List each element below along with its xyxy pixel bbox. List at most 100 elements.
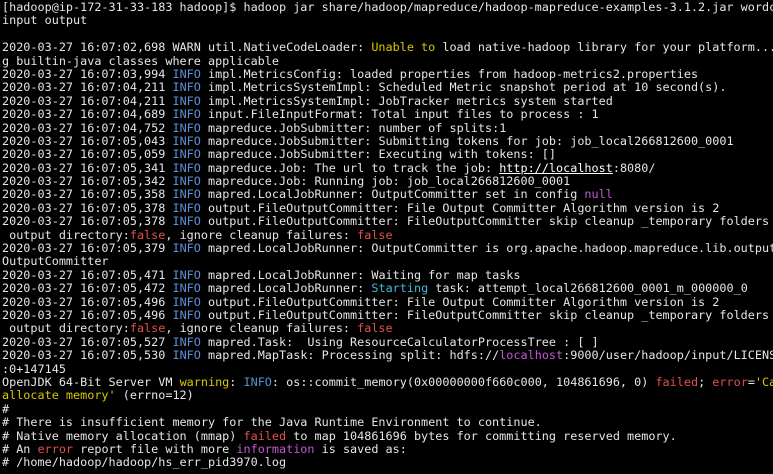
terminal-line: :0+147145 [2, 362, 773, 376]
terminal-text: , ignore cleanup failures: [165, 227, 358, 242]
terminal-text: warning [179, 374, 230, 389]
terminal-text: 2020-03-27 16:07:05,341 [2, 160, 173, 175]
terminal-output[interactable]: [hadoop@ip-172-31-33-183 hadoop]$ hadoop… [0, 0, 773, 474]
terminal-text: 2020-03-27 16:07:05,527 [2, 334, 173, 349]
terminal-text: mapreduce.JobSubmitter: Executing with t… [200, 147, 557, 162]
terminal-text: INFO [172, 334, 201, 349]
terminal-text: 2020-03-27 16:07:05,471 [2, 267, 173, 282]
terminal-text: , ignore cleanup failures: [165, 321, 358, 336]
terminal-text: output directory: [2, 227, 130, 242]
terminal-line: # /home/hadoop/hadoop/hs_err_pid3970.log [2, 456, 773, 469]
terminal-text: mapreduce.Job: Running job: job_local266… [200, 174, 571, 189]
terminal-text: 2020-03-27 16:07:05,496 [2, 307, 173, 322]
terminal-text: error [37, 441, 74, 456]
terminal-line: 2020-03-27 16:07:05,379 INFO mapred.Loca… [2, 241, 773, 256]
terminal-text: INFO [172, 120, 201, 135]
terminal-line: 2020-03-27 16:07:02,698 WARN util.Native… [2, 40, 773, 55]
terminal-text: input.FileInputFormat: Total input files… [200, 107, 599, 122]
terminal-text: failed [243, 428, 287, 443]
terminal-line: 2020-03-27 16:07:05,472 INFO mapred.Loca… [2, 282, 773, 295]
terminal-line: 2020-03-27 16:07:05,496 INFO output.File… [2, 294, 773, 309]
terminal-line: 2020-03-27 16:07:04,211 INFO impl.Metric… [2, 93, 773, 108]
terminal-text: INFO [172, 348, 201, 363]
terminal-text: # There is insufficient memory for the J… [2, 415, 542, 430]
terminal-text: 2020-03-27 16:07:04,752 [2, 120, 173, 135]
terminal-text: : os::commit_memory(0x00000000f660c000, … [271, 374, 656, 389]
terminal-text: task: attempt_local266812600_0001_m_0000… [428, 281, 748, 296]
terminal-line: 2020-03-27 16:07:05,342 INFO mapreduce.J… [2, 174, 773, 189]
terminal-text: 2020-03-27 16:07:05,059 [2, 147, 173, 162]
terminal-line: OutputCommitter [2, 255, 773, 268]
terminal-line: 2020-03-27 16:07:05,527 INFO mapred.Task… [2, 334, 773, 349]
terminal-text: mapred.LocalJobRunner: [200, 281, 372, 296]
terminal-line: allocate memory' (errno=12) [2, 389, 773, 402]
terminal-text: 2020-03-27 16:07:04,211 [2, 93, 173, 108]
terminal-text: INFO [172, 107, 201, 122]
terminal-line: 2020-03-27 16:07:05,471 INFO mapred.Loca… [2, 267, 773, 282]
terminal-text: :9000/user/hadoop/input/LICENSE.txt [563, 348, 773, 363]
terminal-line: 2020-03-27 16:07:05,341 INFO mapreduce.J… [2, 160, 773, 175]
terminal-text: ; [698, 374, 713, 389]
terminal-text: 2020-03-27 16:07:05,043 [2, 133, 173, 148]
terminal-line: 2020-03-27 16:07:04,689 INFO input.FileI… [2, 107, 773, 122]
terminal-text: input output [2, 13, 88, 28]
terminal-text: false [129, 227, 166, 242]
terminal-text: INFO [172, 294, 201, 309]
terminal-text: output.FileOutputCommitter: File Output … [200, 200, 720, 215]
terminal-text: INFO [172, 241, 201, 256]
terminal-text: Starting [371, 281, 429, 296]
terminal-text: to map 104861696 bytes for committing re… [286, 428, 677, 443]
terminal-text: INFO [243, 374, 272, 389]
terminal-text: mapred.Task: Using ResourceCalculatorPro… [200, 334, 599, 349]
terminal-link[interactable]: http://localhost [499, 161, 613, 175]
terminal-text: INFO [172, 281, 201, 296]
terminal-text: localhost [499, 348, 564, 363]
terminal-text: INFO [172, 147, 201, 162]
terminal-text: mapred.LocalJobRunner: OutputCommitter s… [200, 187, 585, 202]
terminal-line: output directory:false, ignore cleanup f… [2, 227, 773, 242]
terminal-text: mapred.LocalJobRunner: OutputCommitter i… [200, 241, 773, 256]
terminal-text: output.FileOutputCommitter: FileOutputCo… [200, 307, 773, 322]
terminal-text: 2020-03-27 16:07:05,472 [2, 281, 173, 296]
terminal-text: OutputCommitter [2, 254, 109, 269]
terminal-text: # /home/hadoop/hadoop/hs_err_pid3970.log [2, 455, 287, 470]
terminal-text: information [236, 441, 315, 456]
terminal-line: output directory:false, ignore cleanup f… [2, 322, 773, 335]
terminal-text: is saved as: [314, 441, 407, 456]
terminal-line: # An error report file with more informa… [2, 441, 773, 456]
terminal-text: report file with more [73, 441, 237, 456]
terminal-text: INFO [172, 307, 201, 322]
terminal-text: mapreduce.JobSubmitter: Submitting token… [200, 133, 734, 148]
terminal-text: 2020-03-27 16:07:02,698 WARN util.Native… [2, 40, 372, 55]
terminal-text: output directory: [2, 321, 130, 336]
terminal-text: mapreduce.JobSubmitter: number of splits… [200, 120, 507, 135]
terminal-line: 2020-03-27 16:07:05,043 INFO mapreduce.J… [2, 133, 773, 148]
terminal-text: # [2, 401, 10, 416]
terminal-text: mapreduce.Job: The url to track the job: [200, 160, 500, 175]
terminal-text: 2020-03-27 16:07:05,379 [2, 241, 173, 256]
terminal-line: 2020-03-27 16:07:05,530 INFO mapred.MapT… [2, 348, 773, 363]
terminal-text: [hadoop@ip-172-31-33-183 hadoop]$ hadoop… [2, 0, 773, 14]
terminal-text: # An [2, 441, 38, 456]
terminal-text: 2020-03-27 16:07:03,994 [2, 66, 173, 81]
terminal-text: output.FileOutputCommitter: FileOutputCo… [200, 214, 773, 229]
terminal-text: INFO [172, 93, 201, 108]
terminal-text: allocate memory' [2, 388, 116, 403]
terminal-text: 2020-03-27 16:07:05,342 [2, 174, 173, 189]
terminal-line: 2020-03-27 16:07:04,752 INFO mapreduce.J… [2, 120, 773, 135]
terminal-line: [hadoop@ip-172-31-33-183 hadoop]$ hadoop… [2, 0, 773, 14]
terminal-text: OpenJDK 64-Bit Server VM [2, 374, 180, 389]
terminal-text: 2020-03-27 16:07:05,378 [2, 200, 173, 215]
terminal-text: INFO [172, 80, 201, 95]
terminal-text: 2020-03-27 16:07:04,689 [2, 107, 173, 122]
terminal-line: 2020-03-27 16:07:05,358 INFO mapred.Loca… [2, 188, 773, 201]
terminal-line: 2020-03-27 16:07:05,378 INFO output.File… [2, 200, 773, 215]
terminal-line: 2020-03-27 16:07:04,211 INFO impl.Metric… [2, 81, 773, 94]
terminal-text: mapred.MapTask: Processing split: hdfs:/… [200, 348, 500, 363]
terminal-text: false [129, 321, 166, 336]
terminal-text: = [747, 374, 755, 389]
terminal-text: : [229, 374, 244, 389]
terminal-text: INFO [172, 160, 201, 175]
terminal-text: impl.MetricsConfig: loaded properties fr… [200, 66, 699, 81]
terminal-line: # [2, 401, 773, 416]
